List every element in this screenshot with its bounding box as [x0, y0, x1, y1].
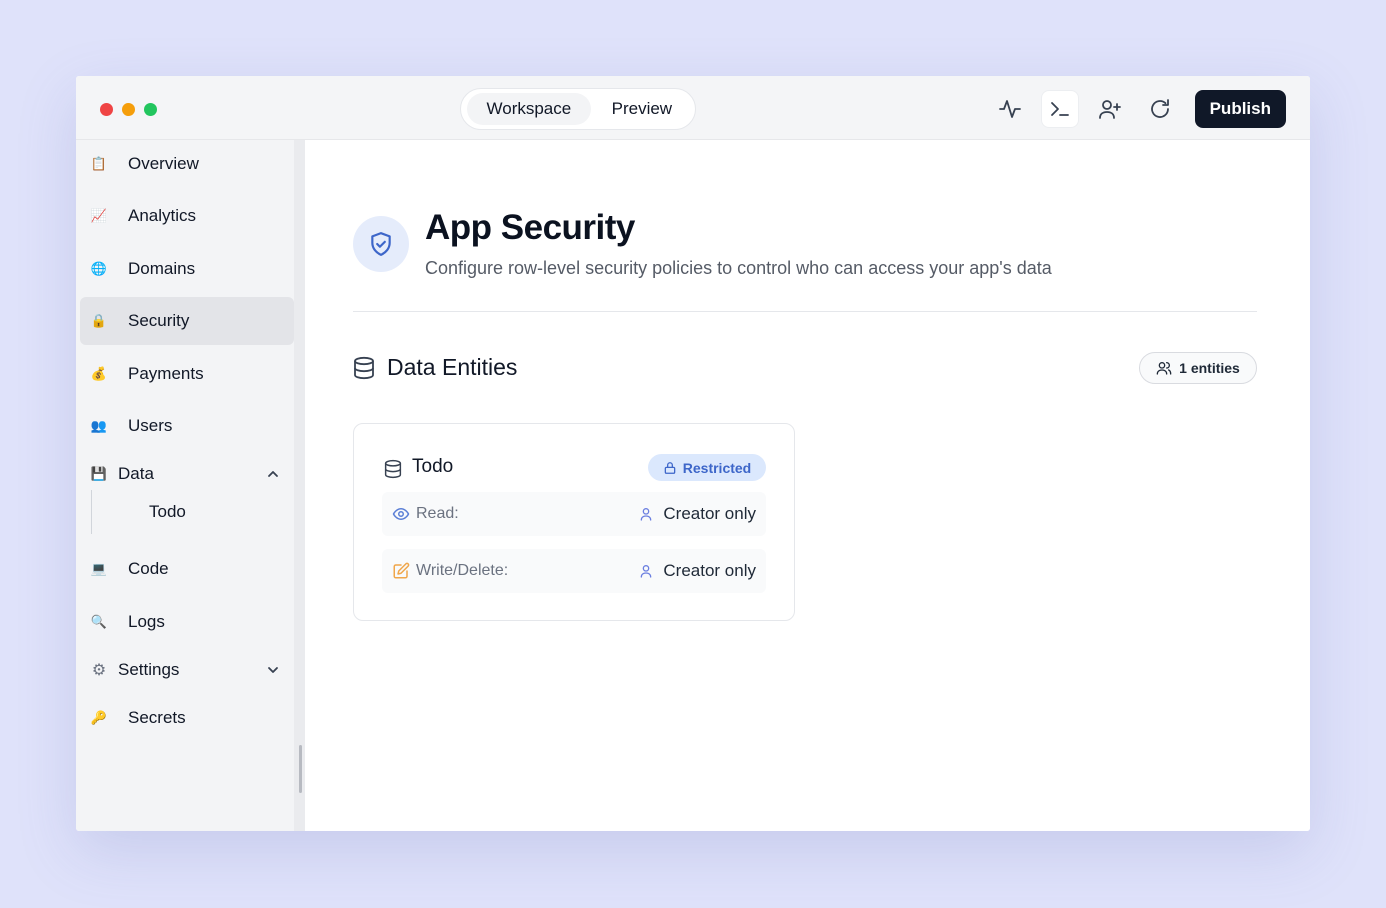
sidebar-item-security[interactable]: 🔒 Security	[80, 297, 294, 345]
sidebar-item-payments[interactable]: 💰 Payments	[80, 350, 294, 398]
entity-card[interactable]: Todo Restricted Read: Creator only Write…	[353, 423, 795, 621]
sidebar-item-label: Overview	[128, 154, 199, 173]
sidebar-subitem-label: Todo	[149, 502, 186, 521]
sidebar-item-label: Settings	[118, 660, 180, 679]
chart-icon: 📈	[90, 208, 108, 223]
add-user-icon[interactable]	[1091, 90, 1129, 128]
key-icon: 🔑	[90, 710, 108, 725]
permission-value: Creator only	[663, 504, 756, 523]
user-icon	[640, 565, 652, 578]
terminal-icon[interactable]	[1040, 90, 1079, 128]
tab-preview[interactable]: Preview	[595, 93, 689, 125]
window-controls	[100, 103, 157, 116]
sidebar-item-overview[interactable]: 📋 Overview	[80, 140, 294, 188]
publish-button[interactable]: Publish	[1194, 90, 1286, 128]
permission-row-write-delete: Write/Delete: Creator only	[382, 549, 766, 593]
user-icon	[640, 508, 652, 521]
refresh-icon[interactable]	[1141, 90, 1179, 128]
toolbar-actions: Publish	[991, 90, 1286, 128]
permission-value: Creator only	[663, 561, 756, 580]
sidebar-item-label: Security	[128, 311, 190, 330]
database-icon	[384, 459, 402, 479]
sidebar-item-code[interactable]: 💻 Code	[80, 545, 294, 593]
gear-icon: ⚙	[91, 662, 107, 679]
shield-icon	[353, 216, 409, 272]
page-subtitle: Configure row-level security policies to…	[425, 258, 1052, 278]
main-content: App Security Configure row-level securit…	[305, 140, 1310, 831]
permission-row-read: Read: Creator only	[382, 492, 766, 536]
sidebar-item-logs[interactable]: 🔍 Logs	[80, 598, 294, 646]
status-badge-label: Restricted	[682, 459, 752, 476]
app-window: Workspace Preview Publish 📋 Overview 📈 A…	[76, 76, 1310, 831]
users-icon	[1156, 362, 1172, 375]
sidebar-item-label: Code	[128, 559, 169, 578]
sidebar-item-secrets[interactable]: 🔑 Secrets	[80, 694, 294, 742]
globe-icon: 🌐	[90, 261, 108, 276]
sidebar-scrollbar[interactable]	[294, 140, 305, 831]
sidebar-item-label: Secrets	[128, 708, 186, 727]
sidebar-item-label: Data	[118, 464, 154, 483]
sidebar-item-domains[interactable]: 🌐 Domains	[80, 245, 294, 293]
database-icon	[354, 356, 374, 380]
sidebar-item-users[interactable]: 👥 Users	[80, 402, 294, 450]
close-window-button[interactable]	[100, 103, 113, 116]
activity-icon[interactable]	[991, 90, 1029, 128]
header-divider	[353, 311, 1257, 312]
lock-icon	[664, 461, 676, 474]
sidebar-scrollbar-thumb[interactable]	[299, 745, 302, 793]
magnifier-icon: 🔍	[90, 614, 108, 629]
sidebar-item-label: Logs	[128, 612, 165, 631]
sidebar-group-settings[interactable]: ⚙ Settings	[80, 646, 294, 694]
permission-label: Write/Delete:	[416, 562, 509, 579]
page-title: App Security	[425, 208, 635, 247]
minimize-window-button[interactable]	[122, 103, 135, 116]
permission-label: Read:	[416, 505, 459, 522]
sidebar-item-label: Domains	[128, 259, 196, 278]
section-title: Data Entities	[387, 354, 518, 380]
view-switcher: Workspace Preview	[460, 88, 696, 130]
users-icon: 👥	[90, 418, 108, 433]
title-bar: Workspace Preview Publish	[76, 76, 1310, 140]
floppy-disk-icon: 💾	[90, 466, 108, 481]
money-bag-icon: 💰	[90, 366, 108, 381]
sidebar-item-label: Users	[128, 416, 173, 435]
lock-icon: 🔒	[90, 313, 108, 328]
sidebar-item-analytics[interactable]: 📈 Analytics	[80, 192, 294, 240]
entities-count-badge: 1 entities	[1139, 352, 1257, 384]
sidebar-subitem-todo[interactable]: Todo	[96, 490, 294, 534]
chevron-down-icon[interactable]	[266, 663, 280, 677]
entities-count-label: 1 entities	[1179, 360, 1240, 376]
sidebar-item-label: Analytics	[128, 206, 197, 225]
chevron-up-icon[interactable]	[266, 467, 280, 481]
sidebar: 📋 Overview 📈 Analytics 🌐 Domains 🔒 Secur…	[76, 140, 305, 831]
eye-icon	[392, 508, 410, 520]
sidebar-item-label: Payments	[128, 364, 204, 383]
tab-workspace[interactable]: Workspace	[467, 93, 591, 125]
maximize-window-button[interactable]	[144, 103, 157, 116]
edit-icon	[393, 562, 410, 579]
entity-name: Todo	[412, 456, 454, 477]
clipboard-icon: 📋	[90, 156, 108, 171]
status-badge: Restricted	[648, 454, 766, 481]
submenu-guide-line	[91, 490, 92, 534]
laptop-icon: 💻	[90, 561, 108, 576]
